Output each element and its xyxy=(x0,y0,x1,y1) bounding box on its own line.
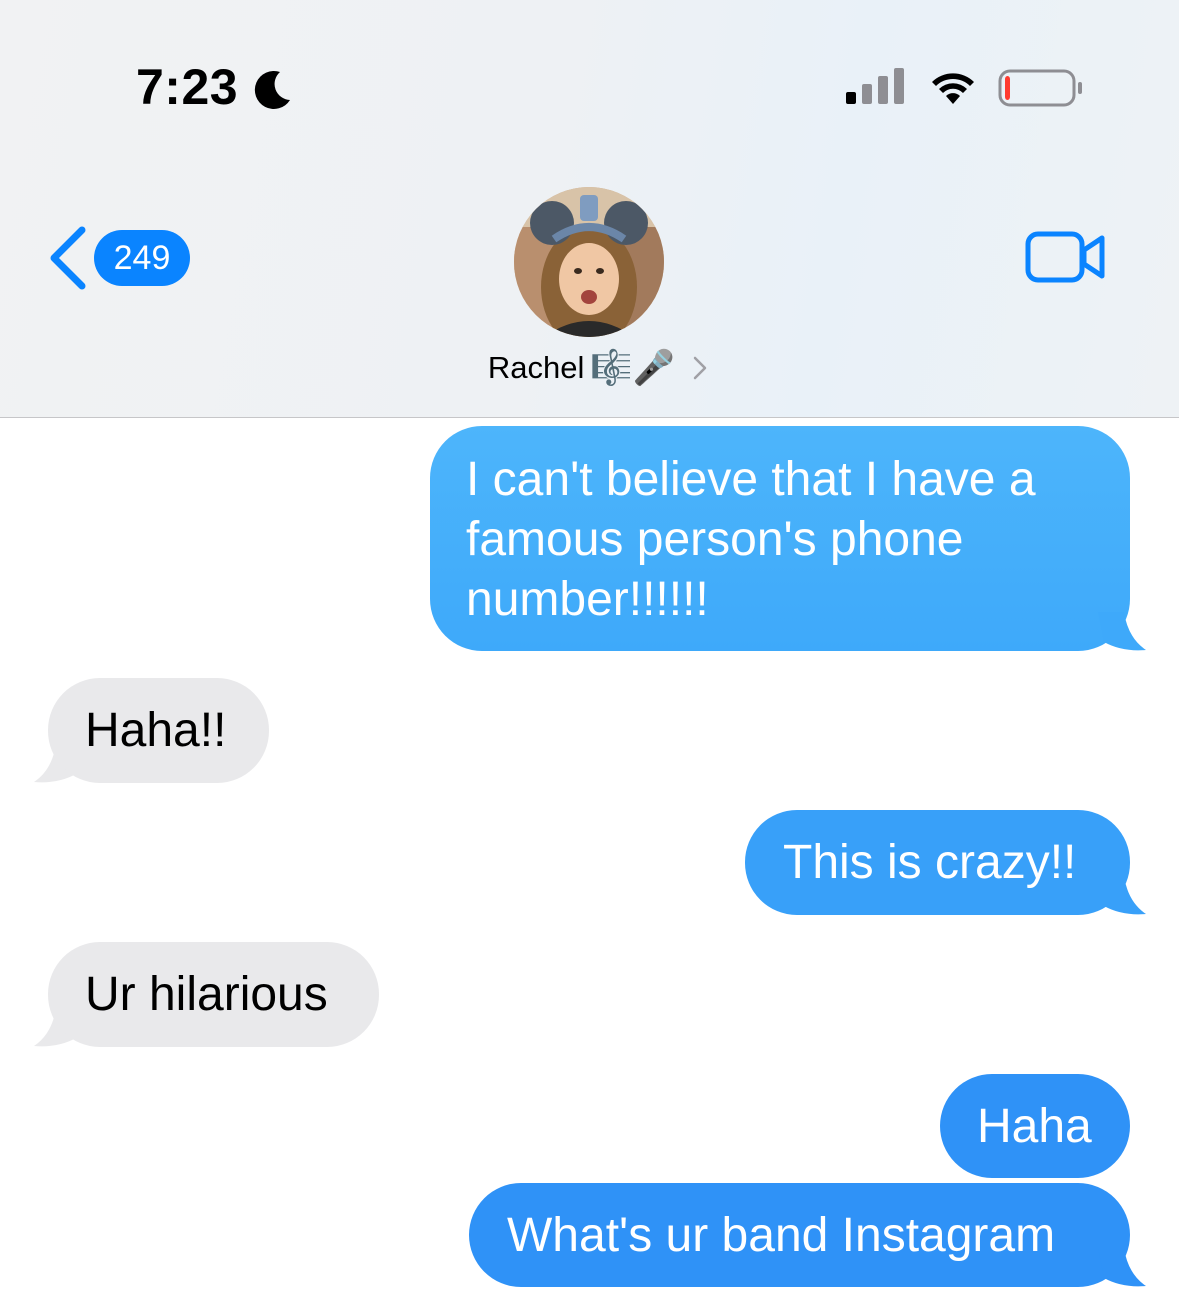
contact-name-emoji: 🎼🎤 xyxy=(590,348,676,388)
message-line: This is crazy!! xyxy=(783,836,1077,889)
signal-icon xyxy=(846,68,904,104)
contact-name: Rachel xyxy=(487,350,585,385)
contact-name-button[interactable]: Rachel 🎼🎤 xyxy=(0,348,1179,398)
back-button[interactable]: 249 xyxy=(46,222,206,294)
contact-avatar[interactable] xyxy=(514,187,664,337)
wifi-icon xyxy=(932,73,974,104)
incoming-message-bubble[interactable]: Ur hilarious xyxy=(48,942,379,1047)
message-line: I can't believe that I have a xyxy=(466,453,1036,506)
chevron-left-icon xyxy=(50,226,86,290)
outgoing-message-bubble[interactable]: I can't believe that I have a famous per… xyxy=(430,426,1130,651)
message-line: Ur hilarious xyxy=(85,968,328,1021)
video-camera-icon[interactable] xyxy=(1024,228,1108,286)
conversation-header: 7:23 249 Rachel 🎼🎤 xyxy=(0,0,1179,418)
bubble-tail xyxy=(1098,612,1146,651)
status-bar-time: 7:23 xyxy=(136,59,239,115)
unread-count-badge: 249 xyxy=(94,230,190,286)
bubble-tail xyxy=(1098,1248,1146,1287)
message-line: What's ur band Instagram xyxy=(507,1209,1056,1262)
message-line: Haha xyxy=(977,1100,1092,1153)
moon-icon xyxy=(254,70,290,109)
outgoing-message-bubble[interactable]: This is crazy!! xyxy=(745,810,1130,915)
battery-icon xyxy=(998,69,1082,107)
message-line: number!!!!!! xyxy=(466,573,709,626)
avatar-photo xyxy=(514,187,664,337)
chevron-right-icon xyxy=(693,356,707,380)
outgoing-message-bubble[interactable]: Haha xyxy=(940,1074,1130,1178)
outgoing-message-bubble[interactable]: What's ur band Instagram xyxy=(469,1183,1130,1287)
message-line: famous person's phone xyxy=(466,513,964,566)
message-line: Haha!! xyxy=(85,704,227,757)
bubble-tail xyxy=(1098,876,1146,915)
incoming-message-bubble[interactable]: Haha!! xyxy=(48,678,269,783)
